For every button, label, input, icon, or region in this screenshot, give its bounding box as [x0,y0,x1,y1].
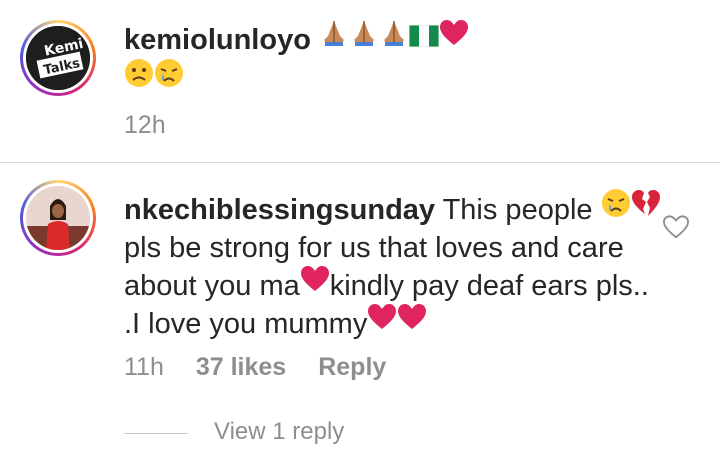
comment-meta: 12h [124,111,166,140]
replies-divider-line [124,433,188,434]
frowning-face-icon [124,58,154,98]
avatar[interactable] [20,180,96,256]
crying-face-icon [601,188,631,228]
comment-text: .I love you mummy [124,308,368,340]
comment-text-line-4: .I love you mummy [124,303,427,343]
red-heart-icon [397,303,427,341]
comment-text: about you ma [124,270,300,302]
comment-text: kindly pay deaf ears pls.. [329,270,649,302]
comment-text-line-2: pls be strong for us that loves and care [124,232,624,264]
red-heart-icon [439,19,469,57]
red-heart-icon [300,265,330,303]
comment-body: kemiolunloyo [124,19,469,59]
folded-hands-icon [379,18,409,58]
like-heart-icon[interactable] [662,214,690,240]
username[interactable]: nkechiblessingsunday [124,194,435,226]
avatar[interactable]: Kemi Talks [20,20,96,96]
comment-emoji-line [124,59,184,99]
folded-hands-icon [349,18,379,58]
nigeria-flag-icon [408,20,440,57]
red-heart-icon [367,303,397,341]
kemi-talks-logo: Kemi Talks [26,26,90,90]
comment-text: This people [442,194,593,226]
comment-meta: 11h 37 likes Reply [124,353,386,382]
folded-hands-icon [319,18,349,58]
crying-face-icon [154,58,184,98]
broken-heart-icon [631,189,661,227]
comment-text-line-1: nkechiblessingsunday This people [124,189,661,229]
reply-button[interactable]: Reply [318,353,386,382]
likes-count[interactable]: 37 likes [196,353,286,382]
comment-text-line-3: about you ma kindly pay deaf ears pls.. [124,265,649,305]
username[interactable]: kemiolunloyo [124,24,311,56]
view-replies-button[interactable]: View 1 reply [214,418,344,446]
divider [0,162,720,163]
timestamp: 12h [124,111,166,139]
avatar-photo [26,186,90,250]
timestamp: 11h [124,353,164,381]
